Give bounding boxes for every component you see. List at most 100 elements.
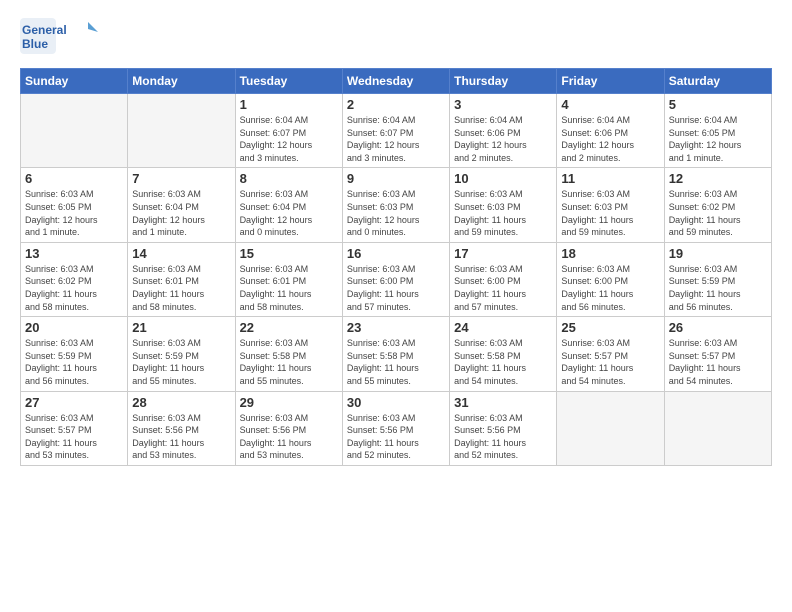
day-cell: 23Sunrise: 6:03 AMSunset: 5:58 PMDayligh… (342, 317, 449, 391)
weekday-header-row: SundayMondayTuesdayWednesdayThursdayFrid… (21, 69, 772, 94)
day-number: 11 (561, 171, 659, 186)
day-cell (128, 94, 235, 168)
day-number: 2 (347, 97, 445, 112)
day-number: 18 (561, 246, 659, 261)
day-cell: 15 Sunrise: 6:03 AMSunset: 6:01 PMDayligh… (235, 242, 342, 316)
day-info: Sunrise: 6:03 AMSunset: 6:05 PMDaylight:… (25, 188, 123, 238)
weekday-wednesday: Wednesday (342, 69, 449, 94)
day-number: 15 (240, 246, 338, 261)
day-info: Sunrise: 6:03 AMSunset: 5:57 PMDaylight:… (25, 412, 123, 462)
page: General Blue SundayMondayTuesdayWednesda… (0, 0, 792, 612)
header: General Blue (20, 18, 772, 58)
day-info: Sunrise: 6:03 AMSunset: 5:59 PMDaylight:… (669, 263, 767, 313)
day-info: Sunrise: 6:03 AMSunset: 6:02 PMDaylight:… (669, 188, 767, 238)
day-number: 8 (240, 171, 338, 186)
day-info: Sunrise: 6:03 AMSunset: 5:56 PMDaylight:… (132, 412, 230, 462)
day-number: 31 (454, 395, 552, 410)
day-number: 6 (25, 171, 123, 186)
day-cell: 20 Sunrise: 6:03 AMSunset: 5:59 PMDayligh… (21, 317, 128, 391)
day-cell: 25 Sunrise: 6:03 AMSunset: 5:57 PMDayligh… (557, 317, 664, 391)
day-cell: 30 Sunrise: 6:03 AMSunset: 5:56 PMDayligh… (342, 391, 449, 465)
weekday-sunday: Sunday (21, 69, 128, 94)
day-cell: 14 Sunrise: 6:03 AMSunset: 6:01 PMDayligh… (128, 242, 235, 316)
day-info: Sunrise: 6:03 AMSunset: 6:00 PMDaylight:… (454, 263, 552, 313)
day-cell: 29Sunrise: 6:03 AMSunset: 5:56 PMDayligh… (235, 391, 342, 465)
weekday-thursday: Thursday (450, 69, 557, 94)
svg-text:Blue: Blue (22, 37, 48, 51)
calendar: SundayMondayTuesdayWednesdayThursdayFrid… (20, 68, 772, 466)
day-info: Sunrise: 6:03 AMSunset: 5:57 PMDaylight:… (561, 337, 659, 387)
day-info: Sunrise: 6:03 AMSunset: 6:01 PMDaylight:… (132, 263, 230, 313)
day-number: 19 (669, 246, 767, 261)
day-cell: 19 Sunrise: 6:03 AMSunset: 5:59 PMDayligh… (664, 242, 771, 316)
day-info: Sunrise: 6:04 AMSunset: 6:06 PMDaylight:… (454, 114, 552, 164)
day-cell: 21 Sunrise: 6:03 AMSunset: 5:59 PMDayligh… (128, 317, 235, 391)
day-info: Sunrise: 6:03 AMSunset: 5:56 PMDaylight:… (240, 412, 338, 462)
day-cell (557, 391, 664, 465)
week-row-4: 20 Sunrise: 6:03 AMSunset: 5:59 PMDayligh… (21, 317, 772, 391)
day-cell: 28 Sunrise: 6:03 AMSunset: 5:56 PMDayligh… (128, 391, 235, 465)
day-number: 5 (669, 97, 767, 112)
week-row-3: 13Sunrise: 6:03 AMSunset: 6:02 PMDayligh… (21, 242, 772, 316)
day-number: 24 (454, 320, 552, 335)
day-info: Sunrise: 6:03 AMSunset: 5:59 PMDaylight:… (132, 337, 230, 387)
day-number: 7 (132, 171, 230, 186)
day-info: Sunrise: 6:04 AMSunset: 6:06 PMDaylight:… (561, 114, 659, 164)
logo-svg: General Blue (20, 18, 100, 58)
day-number: 1 (240, 97, 338, 112)
day-cell: 2Sunrise: 6:04 AMSunset: 6:07 PMDaylight… (342, 94, 449, 168)
day-number: 28 (132, 395, 230, 410)
day-cell: 6 Sunrise: 6:03 AMSunset: 6:05 PMDaylight… (21, 168, 128, 242)
weekday-friday: Friday (557, 69, 664, 94)
day-number: 27 (25, 395, 123, 410)
day-cell: 16 Sunrise: 6:03 AMSunset: 6:00 PMDayligh… (342, 242, 449, 316)
day-info: Sunrise: 6:03 AMSunset: 6:00 PMDaylight:… (347, 263, 445, 313)
svg-text:General: General (22, 23, 67, 37)
day-cell: 31 Sunrise: 6:03 AMSunset: 5:56 PMDayligh… (450, 391, 557, 465)
day-cell: 13Sunrise: 6:03 AMSunset: 6:02 PMDayligh… (21, 242, 128, 316)
day-number: 30 (347, 395, 445, 410)
day-cell: 22 Sunrise: 6:03 AMSunset: 5:58 PMDayligh… (235, 317, 342, 391)
logo: General Blue (20, 18, 100, 58)
day-number: 13 (25, 246, 123, 261)
day-cell: 3 Sunrise: 6:04 AMSunset: 6:06 PMDaylight… (450, 94, 557, 168)
day-cell: 8Sunrise: 6:03 AMSunset: 6:04 PMDaylight… (235, 168, 342, 242)
day-number: 25 (561, 320, 659, 335)
day-number: 4 (561, 97, 659, 112)
day-number: 3 (454, 97, 552, 112)
day-info: Sunrise: 6:03 AMSunset: 6:00 PMDaylight:… (561, 263, 659, 313)
day-number: 21 (132, 320, 230, 335)
day-info: Sunrise: 6:03 AMSunset: 5:56 PMDaylight:… (454, 412, 552, 462)
weekday-saturday: Saturday (664, 69, 771, 94)
day-info: Sunrise: 6:03 AMSunset: 5:59 PMDaylight:… (25, 337, 123, 387)
day-number: 17 (454, 246, 552, 261)
day-cell: 10Sunrise: 6:03 AMSunset: 6:03 PMDayligh… (450, 168, 557, 242)
day-info: Sunrise: 6:03 AMSunset: 5:57 PMDaylight:… (669, 337, 767, 387)
day-cell (21, 94, 128, 168)
day-number: 14 (132, 246, 230, 261)
day-number: 16 (347, 246, 445, 261)
day-cell: 24Sunrise: 6:03 AMSunset: 5:58 PMDayligh… (450, 317, 557, 391)
day-info: Sunrise: 6:03 AMSunset: 5:58 PMDaylight:… (240, 337, 338, 387)
day-cell: 27 Sunrise: 6:03 AMSunset: 5:57 PMDayligh… (21, 391, 128, 465)
week-row-2: 6 Sunrise: 6:03 AMSunset: 6:05 PMDaylight… (21, 168, 772, 242)
day-number: 10 (454, 171, 552, 186)
day-info: Sunrise: 6:04 AMSunset: 6:07 PMDaylight:… (240, 114, 338, 164)
day-info: Sunrise: 6:03 AMSunset: 6:03 PMDaylight:… (561, 188, 659, 238)
day-info: Sunrise: 6:03 AMSunset: 6:01 PMDaylight:… (240, 263, 338, 313)
day-number: 20 (25, 320, 123, 335)
day-number: 22 (240, 320, 338, 335)
day-cell: 12 Sunrise: 6:03 AMSunset: 6:02 PMDayligh… (664, 168, 771, 242)
weekday-monday: Monday (128, 69, 235, 94)
day-cell: 18 Sunrise: 6:03 AMSunset: 6:00 PMDayligh… (557, 242, 664, 316)
day-info: Sunrise: 6:03 AMSunset: 5:56 PMDaylight:… (347, 412, 445, 462)
day-cell (664, 391, 771, 465)
day-number: 26 (669, 320, 767, 335)
day-cell: 5Sunrise: 6:04 AMSunset: 6:05 PMDaylight… (664, 94, 771, 168)
day-cell: 4 Sunrise: 6:04 AMSunset: 6:06 PMDaylight… (557, 94, 664, 168)
day-number: 12 (669, 171, 767, 186)
day-cell: 9Sunrise: 6:03 AMSunset: 6:03 PMDaylight… (342, 168, 449, 242)
week-row-5: 27 Sunrise: 6:03 AMSunset: 5:57 PMDayligh… (21, 391, 772, 465)
day-cell: 7Sunrise: 6:03 AMSunset: 6:04 PMDaylight… (128, 168, 235, 242)
day-cell: 1 Sunrise: 6:04 AMSunset: 6:07 PMDaylight… (235, 94, 342, 168)
